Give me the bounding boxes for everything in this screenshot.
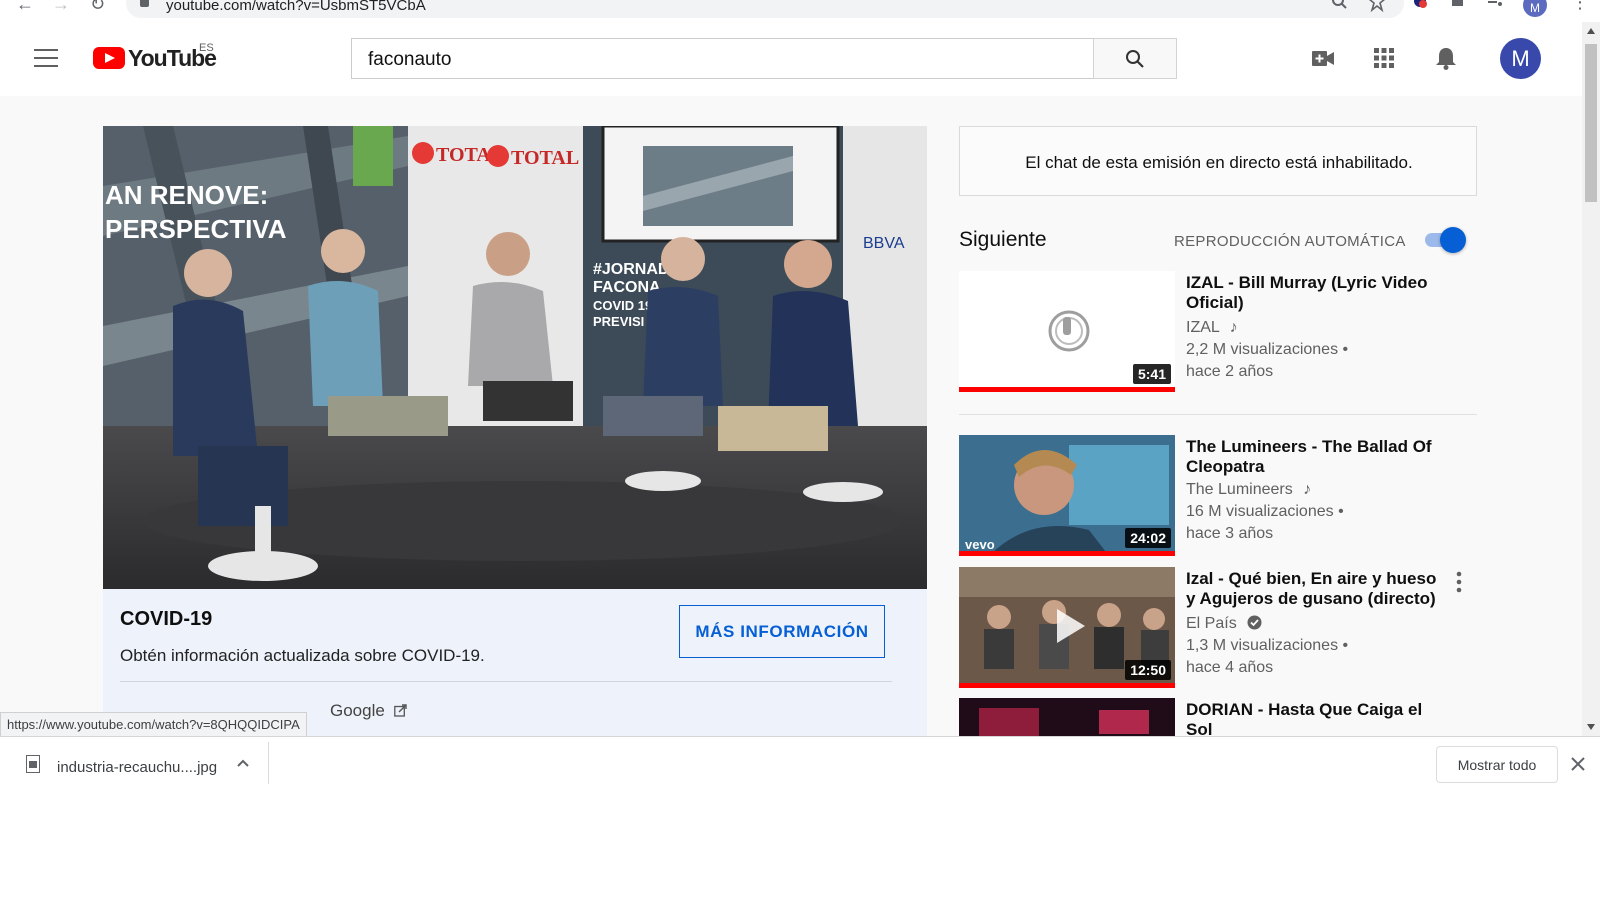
scene-sign-line1: AN RENOVE: (105, 180, 268, 210)
image-file-icon (26, 755, 40, 773)
video-duration: 24:02 (1125, 528, 1171, 548)
covid-card-title: COVID-19 (120, 608, 213, 630)
close-icon[interactable] (1571, 757, 1585, 771)
recommendation-item[interactable]: 12:50 Izal - Qué bien, En aire y hueso y… (959, 567, 1479, 692)
youtube-play-logo-icon (93, 47, 125, 69)
browser-profile-avatar[interactable]: M (1523, 0, 1547, 17)
channel-label: The Lumineers (1186, 481, 1293, 498)
more-actions-icon[interactable] (1455, 571, 1463, 593)
video-player[interactable]: AN RENOVE: PERSPECTIVA TOTAL TOTAL BBVA … (103, 126, 927, 589)
masthead: YouTube ES faconauto M (0, 22, 1582, 96)
downloaded-file-name[interactable]: industria-recauchu....jpg (57, 759, 217, 776)
video-thumbnail[interactable]: vevo 24:02 (959, 435, 1175, 556)
forward-arrow-icon[interactable]: → (52, 0, 70, 15)
lock-icon[interactable] (140, 0, 149, 7)
view-count: 1,3 M visualizaciones • (1186, 637, 1349, 654)
country-code: ES (199, 42, 214, 54)
create-video-icon[interactable] (1312, 51, 1334, 66)
watch-page: AN RENOVE: PERSPECTIVA TOTAL TOTAL BBVA … (0, 96, 1582, 736)
watched-progress-bar (959, 387, 1175, 392)
video-thumbnail[interactable]: 12:50 (959, 567, 1175, 688)
verified-check-icon (1247, 615, 1262, 630)
video-thumbnail[interactable]: 5:41 (959, 271, 1175, 392)
video-title[interactable]: The Lumineers - The Ballad Of Cleopatra (1186, 437, 1448, 477)
video-duration: 12:50 (1125, 660, 1171, 680)
address-bar-url: youtube.com/watch?v=UsbmST5VCbA (166, 0, 426, 14)
autoplay-label: REPRODUCCIÓN AUTOMÁTICA (1174, 233, 1406, 250)
upload-date: hace 2 años (1186, 363, 1274, 380)
music-note-icon: ♪ (1303, 481, 1312, 498)
channel-label: El País (1186, 615, 1237, 632)
view-count: 16 M visualizaciones • (1186, 503, 1344, 520)
autoplay-toggle-knob[interactable] (1440, 227, 1466, 253)
covid-card-description: Obtén información actualizada sobre COVI… (120, 646, 485, 665)
account-avatar[interactable]: M (1500, 38, 1541, 79)
link-status-bar: https://www.youtube.com/watch?v=8QHQQIDC… (0, 712, 307, 736)
video-duration: 5:41 (1132, 364, 1171, 384)
scrollbar-thumb[interactable] (1585, 44, 1597, 202)
star-bookmark-icon[interactable] (1369, 0, 1385, 13)
recommendation-item[interactable]: DORIAN - Hasta Que Caiga el Sol (959, 698, 1479, 736)
scene-sponsor: BBVA (863, 235, 905, 252)
video-thumbnail[interactable] (959, 698, 1175, 736)
zoom-icon[interactable] (1332, 0, 1348, 13)
reload-icon[interactable]: ↻ (90, 0, 105, 15)
view-count-text: 1,3 M visualizaciones (1186, 637, 1339, 654)
search-icon (1126, 50, 1144, 68)
scene-sign-line2: PERSPECTIVA (105, 214, 287, 244)
search-button[interactable] (1093, 38, 1177, 79)
watched-progress-bar (959, 683, 1175, 688)
page-scrollbar[interactable] (1582, 22, 1600, 736)
upload-date: hace 3 años (1186, 525, 1274, 542)
channel-name[interactable]: IZAL ♪ (1186, 319, 1238, 337)
card-divider (120, 681, 892, 682)
more-info-button[interactable]: MÁS INFORMACIÓN (679, 605, 885, 658)
search-input[interactable]: faconauto (368, 49, 451, 71)
browser-toolbar: ← → ↻ youtube.com/watch?v=UsbmST5VCbA M … (0, 0, 1600, 22)
chat-disabled-box: El chat de esta emisión en directo está … (959, 126, 1477, 196)
shelf-separator (268, 742, 269, 784)
recommendation-item[interactable]: vevo 24:02 The Lumineers - The Ballad Of… (959, 435, 1479, 560)
scene-hashtag-3: COVID 19 (593, 298, 652, 313)
media-queue-icon[interactable] (1487, 0, 1503, 13)
channel-name[interactable]: The Lumineers ♪ (1186, 481, 1311, 499)
browser-menu-icon[interactable]: ⋮ (1571, 0, 1589, 13)
source-link[interactable]: Google (330, 701, 407, 721)
address-bar[interactable]: youtube.com/watch?v=UsbmST5VCbA (126, 0, 1404, 18)
watched-progress-bar (959, 551, 1175, 556)
music-note-icon: ♪ (1229, 319, 1238, 336)
upload-date: hace 4 años (1186, 659, 1274, 676)
scene-hashtag-4: PREVISI (593, 314, 644, 329)
scene-brand-2: TOTAL (511, 147, 579, 169)
scroll-down-arrow-icon[interactable] (1587, 724, 1595, 730)
apps-grid-icon[interactable] (1374, 48, 1394, 68)
video-title[interactable]: DORIAN - Hasta Que Caiga el Sol (1186, 700, 1448, 736)
notifications-bell-icon[interactable] (1435, 46, 1457, 70)
video-title[interactable]: Izal - Qué bien, En aire y hueso y Aguje… (1186, 569, 1448, 609)
show-all-downloads-button[interactable]: Mostrar todo (1436, 746, 1558, 783)
back-arrow-icon[interactable]: ← (16, 0, 34, 15)
chevron-up-icon[interactable] (235, 755, 251, 771)
chat-disabled-message: El chat de esta emisión en directo está … (1025, 153, 1413, 172)
hamburger-menu-icon[interactable] (34, 49, 58, 67)
recommendation-item[interactable]: 5:41 IZAL - Bill Murray (Lyric Video Ofi… (959, 271, 1479, 396)
sidebar-divider (959, 414, 1477, 415)
search-field[interactable]: faconauto (351, 38, 1093, 79)
channel-name[interactable]: El País (1186, 615, 1262, 633)
video-frame: AN RENOVE: PERSPECTIVA TOTAL TOTAL BBVA … (103, 126, 927, 589)
external-link-icon (393, 704, 407, 717)
download-shelf: industria-recauchu....jpg Mostrar todo (0, 736, 1600, 900)
view-count: 2,2 M visualizaciones • (1186, 341, 1349, 358)
up-next-heading: Siguiente (959, 228, 1047, 251)
view-count-text: 16 M visualizaciones (1186, 503, 1334, 520)
puzzle-extensions-icon[interactable] (1450, 0, 1466, 13)
video-title[interactable]: IZAL - Bill Murray (Lyric Video Oficial) (1186, 273, 1448, 313)
thumbnail-art (959, 698, 1175, 736)
vevo-watermark: vevo (965, 537, 995, 552)
channel-label: IZAL (1186, 319, 1220, 336)
scroll-up-arrow-icon[interactable] (1587, 28, 1595, 34)
view-count-text: 2,2 M visualizaciones (1186, 341, 1339, 358)
extension-icon[interactable] (1412, 0, 1428, 13)
source-name: Google (330, 701, 385, 720)
